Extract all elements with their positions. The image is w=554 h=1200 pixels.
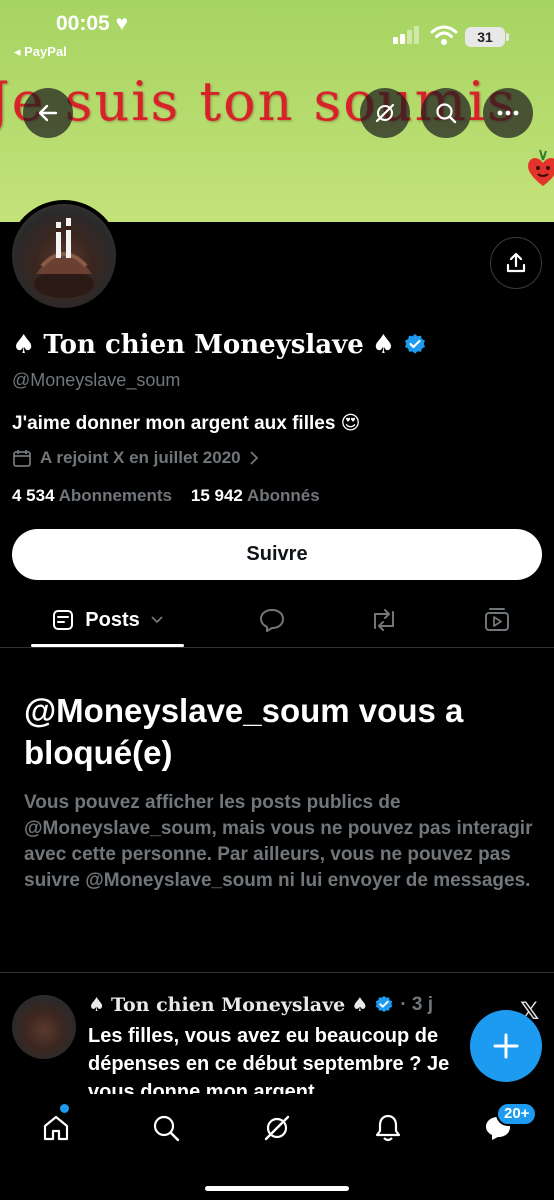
battery-icon: 31 <box>465 27 505 47</box>
joined-text: A rejoint X en juillet 2020 <box>40 448 241 467</box>
search-icon <box>436 103 457 124</box>
spade-icon: ♠ <box>12 330 36 360</box>
posts-icon <box>53 610 74 630</box>
tab-media[interactable] <box>471 596 523 644</box>
bell-icon <box>375 1114 401 1142</box>
spade-icon: ♠ <box>371 330 396 360</box>
home-indicator[interactable] <box>205 1186 349 1191</box>
spade-icon: ♠ <box>351 994 369 1016</box>
messages-badge: 20+ <box>496 1102 538 1126</box>
reply-bubble-icon <box>260 609 284 632</box>
verified-badge-icon[interactable] <box>403 333 427 357</box>
chevron-right-icon <box>249 451 258 465</box>
grok-icon <box>264 1115 290 1141</box>
joined-date[interactable]: A rejoint X en juillet 2020 <box>12 448 259 468</box>
chevron-down-icon <box>151 616 163 624</box>
follow-stats: 4 534 Abonnements 15 942 Abonnés <box>12 486 320 506</box>
profile-tabs: Posts <box>0 596 554 648</box>
blocked-title: @Moneyslave_soum vous a bloqué(e) <box>24 692 464 771</box>
compose-post-button[interactable] <box>470 1010 542 1082</box>
grok-button[interactable] <box>360 88 410 138</box>
plus-icon <box>493 1033 519 1059</box>
back-button[interactable] <box>23 88 73 138</box>
arrow-left-icon <box>38 104 58 122</box>
battery-tip <box>506 33 509 41</box>
post-author-avatar[interactable] <box>12 995 76 1059</box>
more-dots-icon <box>497 110 519 116</box>
tab-posts[interactable]: Posts <box>31 596 184 644</box>
profile-name-text: Ton chien Moneyslave <box>43 330 364 360</box>
grok-icon <box>375 103 395 123</box>
post-author-name[interactable]: Ton chien Moneyslave <box>111 994 345 1016</box>
repost-icon <box>374 609 394 631</box>
divider <box>0 972 554 973</box>
tab-replies[interactable] <box>246 596 298 644</box>
profile-handle: @Moneyslave_soum <box>12 370 181 390</box>
tab-posts-label: Posts <box>85 608 140 631</box>
calendar-icon <box>13 450 31 467</box>
tab-reposts[interactable] <box>358 596 410 644</box>
post-header: ♠ Ton chien Moneyslave ♠ · 3 j <box>88 994 433 1016</box>
share-button[interactable] <box>490 237 542 289</box>
bottom-navigation: 20+ <box>0 1094 554 1200</box>
heart-icon: ♥ <box>115 12 129 35</box>
followers-link[interactable]: 15 942 Abonnés <box>191 486 320 505</box>
heart-sticker-icon <box>528 149 554 186</box>
home-icon <box>43 1115 69 1141</box>
nav-grok[interactable] <box>257 1108 297 1148</box>
nav-search[interactable] <box>146 1108 186 1148</box>
status-time: 00:05 ♥ <box>56 12 129 35</box>
signal-icon <box>393 26 419 44</box>
post-timestamp: · 3 j <box>400 994 434 1015</box>
more-options-button[interactable] <box>483 88 533 138</box>
status-bar: 00:05 ♥ ◂ PayPal 31 <box>0 0 554 62</box>
search-icon <box>153 1115 180 1142</box>
video-icon <box>485 608 509 631</box>
nav-home[interactable] <box>36 1108 76 1148</box>
profile-display-name: ♠ Ton chien Moneyslave ♠ <box>12 330 427 360</box>
nav-notifications[interactable] <box>368 1108 408 1148</box>
profile-bio: J'aime donner mon argent aux filles 😍 <box>12 413 361 434</box>
cupcake-avatar-image <box>12 204 116 308</box>
search-button[interactable] <box>421 88 471 138</box>
home-notification-dot <box>60 1104 69 1113</box>
following-link[interactable]: 4 534 Abonnements <box>12 486 172 505</box>
share-icon <box>506 252 526 273</box>
spade-icon: ♠ <box>88 994 106 1016</box>
blocked-description: Vous pouvez afficher les posts publics d… <box>24 792 533 891</box>
back-to-app-link[interactable]: ◂ PayPal <box>14 44 67 60</box>
wifi-icon <box>430 25 458 45</box>
follow-button[interactable]: Suivre <box>12 529 542 580</box>
verified-badge-icon <box>375 995 393 1013</box>
profile-avatar[interactable] <box>8 200 120 312</box>
active-tab-indicator <box>31 644 184 647</box>
post-text[interactable]: Les filles, vous avez eu beaucoup de dép… <box>88 1022 468 1098</box>
